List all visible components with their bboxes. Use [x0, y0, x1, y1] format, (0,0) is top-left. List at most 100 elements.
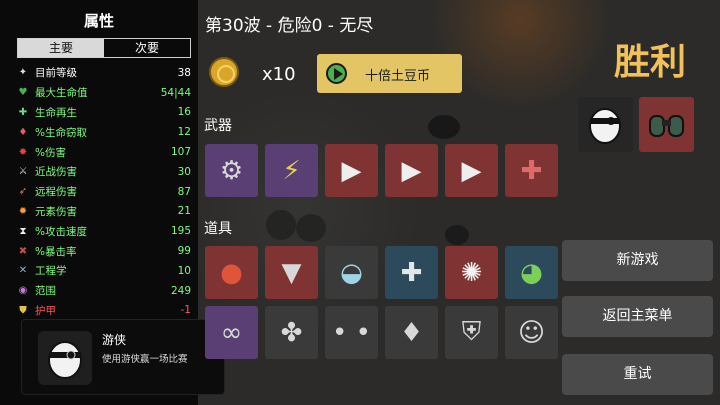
- laser-gun-icon: ▶: [461, 155, 482, 186]
- stat-value: -1: [180, 304, 191, 317]
- stat-name: 元素伤害: [35, 205, 77, 218]
- victory-title: 胜利: [614, 42, 687, 83]
- ranged-icon: ➶: [18, 186, 28, 198]
- spiky-shield-icon: ✺: [460, 257, 483, 288]
- stats-list: ✦ 目前等级 38 ♥ 最大生命值 54|44 ✚ 生命再生 16 ♦ %生命窃取 12 ✸ %伤害 107…: [16, 63, 191, 320]
- enemy-silhouette: [296, 214, 326, 242]
- inventory-slot[interactable]: ✚: [505, 144, 558, 197]
- chain-icon: ∞: [220, 317, 243, 348]
- stat-value: 38: [177, 66, 191, 79]
- stat-row[interactable]: ✚ 生命再生 16: [16, 103, 191, 123]
- stat-row[interactable]: ✕ 工程学 10: [16, 261, 191, 281]
- laser-gun-icon: ▶: [401, 155, 422, 186]
- lifesteal-icon: ♦: [18, 126, 28, 138]
- stat-value: 21: [177, 205, 191, 218]
- stat-row[interactable]: ⧗ %攻击速度 195: [16, 221, 191, 241]
- retry-button[interactable]: 重试: [562, 354, 713, 395]
- inventory-slot[interactable]: ▶: [325, 144, 378, 197]
- stat-value: 10: [177, 264, 191, 277]
- equipped-item-slot[interactable]: [639, 97, 694, 152]
- stat-name: 范围: [35, 285, 56, 298]
- stat-row[interactable]: ♥ 最大生命值 54|44: [16, 83, 191, 103]
- play-icon: [326, 63, 347, 84]
- laser-gun-icon: ▶: [341, 155, 362, 186]
- heart-icon: ♥: [18, 87, 28, 99]
- inventory-slot[interactable]: ✤: [265, 306, 318, 359]
- binoculars-icon: [649, 115, 684, 137]
- stat-name: %生命窃取: [35, 126, 87, 139]
- cauldron-icon: ◒: [340, 257, 363, 288]
- inventory-slot[interactable]: ✚: [385, 246, 438, 299]
- propeller-hat-icon: ✤: [280, 317, 303, 348]
- stat-name: 远程伤害: [35, 186, 77, 199]
- main-menu-button[interactable]: 返回主菜单: [562, 296, 713, 337]
- stat-value: 87: [177, 185, 191, 198]
- character-slot[interactable]: [578, 97, 633, 152]
- stat-value: 107: [170, 146, 191, 159]
- avatar: [38, 331, 92, 385]
- coin-multiplier: x10: [262, 64, 296, 85]
- stat-row[interactable]: ⚔ 近战伤害 30: [16, 162, 191, 182]
- stat-name: 最大生命值: [35, 87, 88, 100]
- stat-row[interactable]: ✖ %暴击率 99: [16, 241, 191, 261]
- enemy-silhouette: [445, 225, 469, 245]
- inventory-slot[interactable]: ▶: [445, 144, 498, 197]
- inventory-slot[interactable]: ☺: [505, 306, 558, 359]
- frog-icon: ◕: [520, 257, 543, 288]
- stat-name: 工程学: [35, 265, 67, 278]
- damage-icon: ✸: [18, 146, 28, 158]
- inventory-slot[interactable]: ●: [205, 246, 258, 299]
- tomato-icon: ●: [220, 257, 243, 288]
- stat-row[interactable]: ✹ 元素伤害 21: [16, 202, 191, 222]
- inventory-slot[interactable]: ✺: [445, 246, 498, 299]
- enemy-silhouette: [428, 115, 460, 139]
- ghost-icon: ☺: [517, 317, 546, 348]
- stats-tabs: 主要 次要: [17, 38, 191, 58]
- items-label: 道具: [204, 221, 232, 237]
- tab-secondary[interactable]: 次要: [104, 39, 190, 57]
- armor-icon: ⛊: [19, 304, 27, 316]
- stat-row[interactable]: ♦ %生命窃取 12: [16, 122, 191, 142]
- stat-name: %伤害: [35, 146, 66, 159]
- inventory-slot[interactable]: • •: [325, 306, 378, 359]
- stat-name: 生命再生: [35, 106, 77, 119]
- inventory-slot[interactable]: ⛨: [445, 306, 498, 359]
- minigun-icon: ⚙: [219, 155, 244, 186]
- watch-ad-potato-button[interactable]: 十倍土豆币: [317, 54, 462, 93]
- stat-name: %暴击率: [35, 245, 77, 258]
- inventory-slot[interactable]: ▼: [265, 246, 318, 299]
- enemy-silhouette: [266, 210, 296, 240]
- inventory-slot[interactable]: ∞: [205, 306, 258, 359]
- new-game-button[interactable]: 新游戏: [562, 240, 713, 281]
- inventory-slot[interactable]: ⚙: [205, 144, 258, 197]
- inventory-slot[interactable]: ▶: [385, 144, 438, 197]
- engineering-icon: ✕: [18, 265, 28, 277]
- stat-row[interactable]: ◉ 范围 249: [16, 281, 191, 301]
- melee-icon: ⚔: [18, 166, 28, 178]
- stat-row[interactable]: ⛊ 护甲 -1: [16, 301, 191, 321]
- stat-row[interactable]: ✦ 目前等级 38: [16, 63, 191, 83]
- inventory-slot[interactable]: ◒: [325, 246, 378, 299]
- taser-icon: ⚡: [282, 155, 301, 186]
- tab-primary[interactable]: 主要: [18, 39, 104, 57]
- regen-icon: ✚: [18, 106, 28, 118]
- potato-coin-icon: [209, 57, 239, 87]
- attack-speed-icon: ⧗: [19, 225, 27, 237]
- knight-helmet-icon: ⛨: [461, 317, 482, 347]
- potion-icon: ♦: [399, 317, 424, 348]
- inventory-slot[interactable]: ◕: [505, 246, 558, 299]
- stat-value: 249: [170, 284, 191, 297]
- stat-value: 195: [170, 225, 191, 238]
- character-tooltip: 游侠 使用游侠赢一场比赛: [21, 319, 225, 395]
- stat-name: 近战伤害: [35, 166, 77, 179]
- egg-character-icon: [589, 108, 621, 144]
- stat-value: 16: [177, 106, 191, 119]
- revolver-icon: ✚: [520, 155, 543, 186]
- inventory-slot[interactable]: ⚡: [265, 144, 318, 197]
- stat-row[interactable]: ➶ 远程伤害 87: [16, 182, 191, 202]
- crit-icon: ✖: [18, 245, 28, 257]
- stat-value: 30: [177, 165, 191, 178]
- stat-row[interactable]: ✸ %伤害 107: [16, 142, 191, 162]
- wolf-icon: ▼: [281, 257, 302, 288]
- inventory-slot[interactable]: ♦: [385, 306, 438, 359]
